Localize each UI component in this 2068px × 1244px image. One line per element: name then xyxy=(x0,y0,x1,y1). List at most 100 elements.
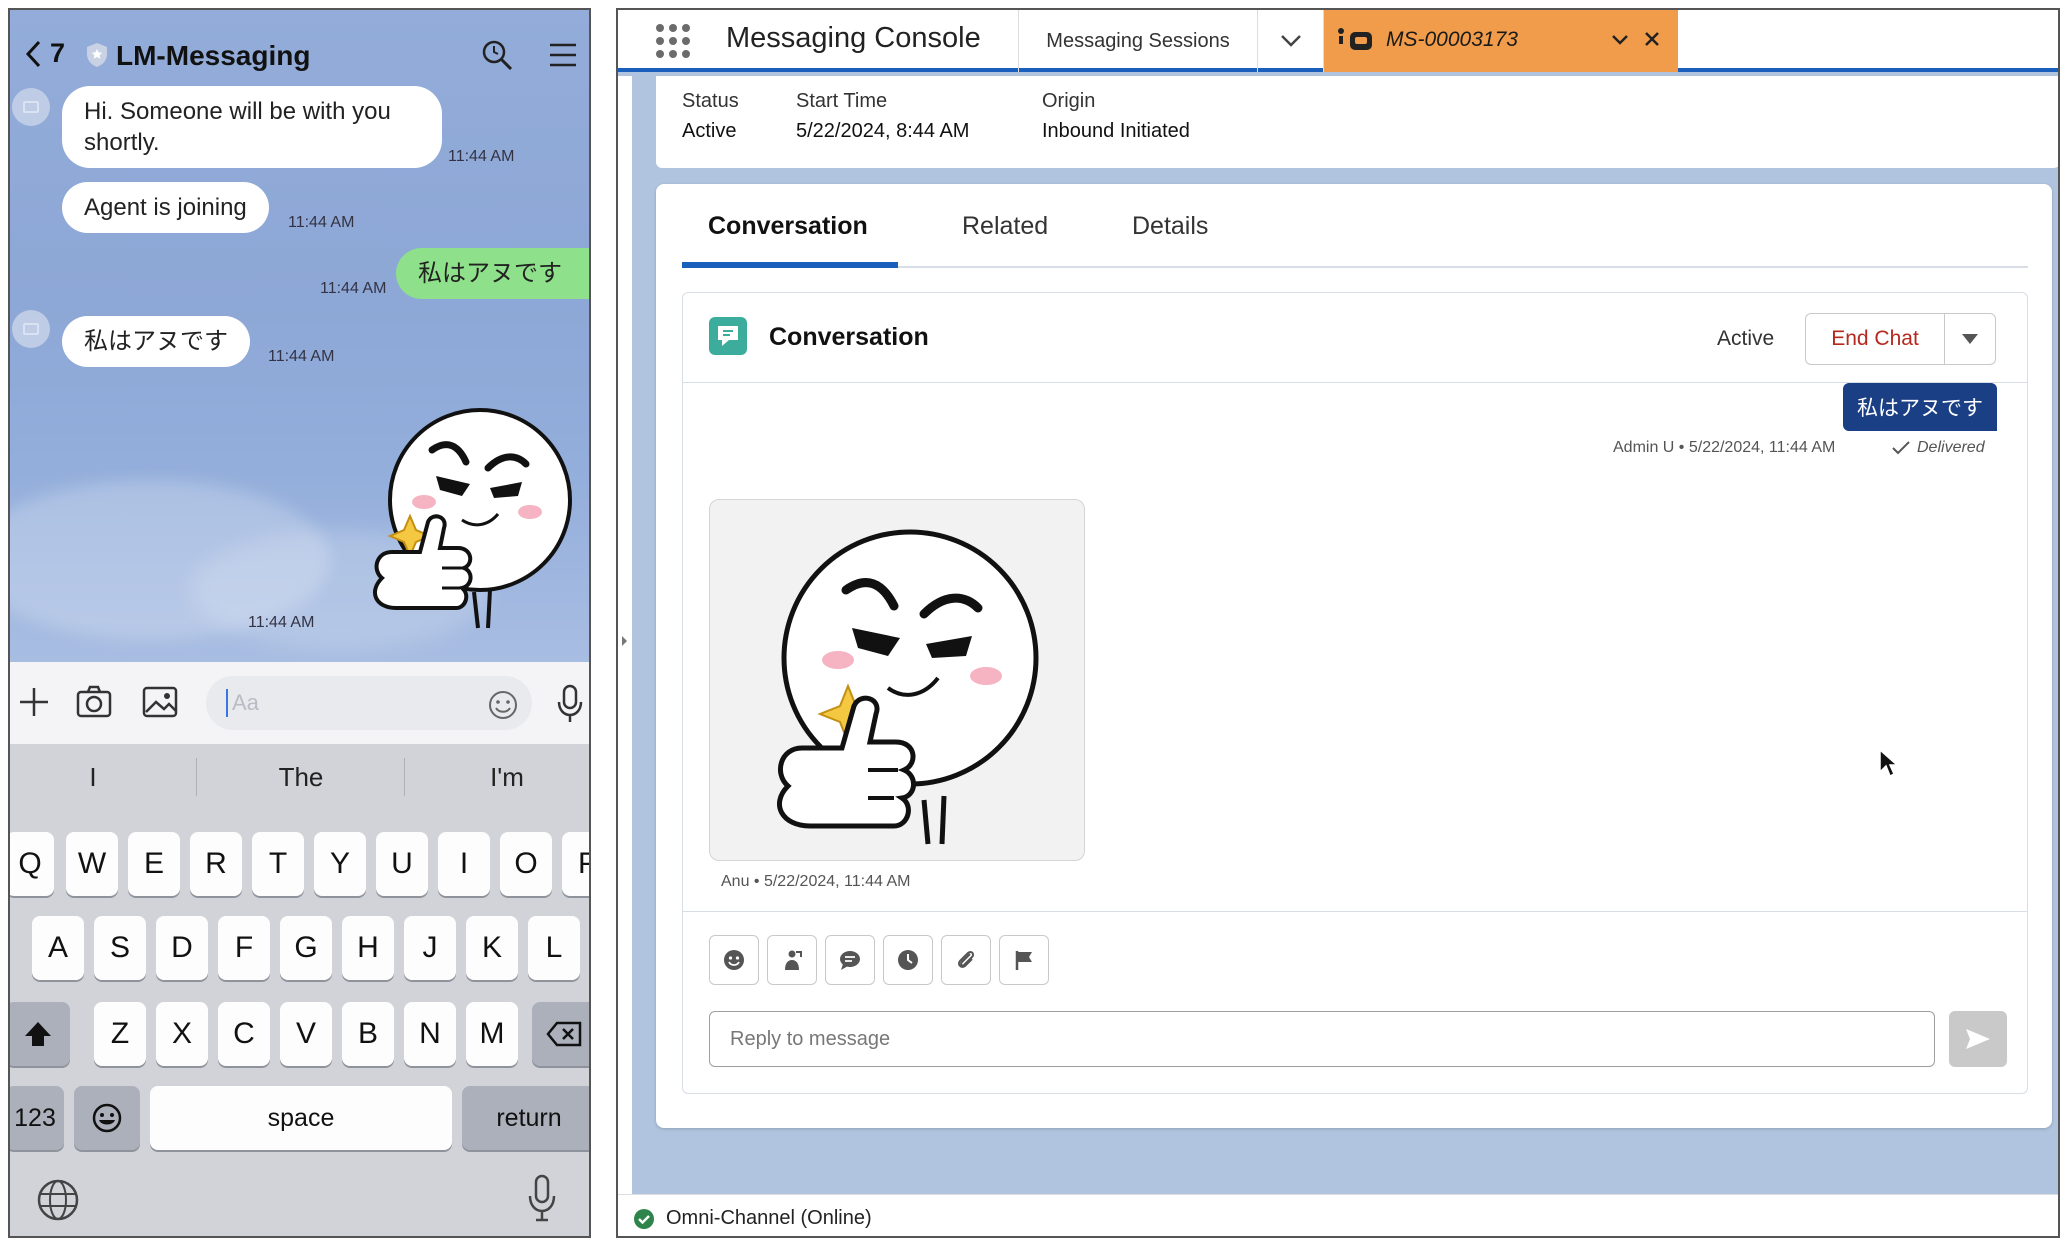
tab-related[interactable]: Related xyxy=(962,212,1048,241)
key-x[interactable]: X xyxy=(156,1002,208,1066)
key-l[interactable]: L xyxy=(528,916,580,980)
key-h[interactable]: H xyxy=(342,916,394,980)
key-d[interactable]: D xyxy=(156,916,208,980)
key-c[interactable]: C xyxy=(218,1002,270,1066)
close-icon[interactable] xyxy=(1642,29,1662,49)
avatar[interactable] xyxy=(12,88,50,126)
nav-menu-button[interactable] xyxy=(1258,10,1324,72)
flag-icon xyxy=(1015,951,1032,970)
conversation-status: Active xyxy=(1717,327,1775,350)
key-t[interactable]: T xyxy=(252,832,304,896)
message-input[interactable]: Aa xyxy=(206,676,532,730)
emoji-button[interactable] xyxy=(709,935,759,985)
key-z[interactable]: Z xyxy=(94,1002,146,1066)
message-time: 11:44 AM xyxy=(268,348,335,365)
key-r[interactable]: R xyxy=(190,832,242,896)
incoming-image-message[interactable] xyxy=(709,499,1085,861)
suggestion[interactable]: I xyxy=(10,762,188,793)
avatar[interactable] xyxy=(12,310,50,348)
microphone-icon[interactable] xyxy=(556,684,584,724)
key-o[interactable]: O xyxy=(500,832,552,896)
menu-icon[interactable] xyxy=(548,42,578,68)
key-s[interactable]: S xyxy=(94,916,146,980)
key-y[interactable]: Y xyxy=(314,832,366,896)
tab-details[interactable]: Details xyxy=(1132,212,1208,241)
conversation-icon xyxy=(709,317,747,355)
plus-icon[interactable] xyxy=(14,682,54,722)
smiley-icon xyxy=(724,950,744,970)
key-u[interactable]: U xyxy=(376,832,428,896)
suggestion[interactable]: The xyxy=(206,762,396,793)
send-button[interactable] xyxy=(1949,1011,2007,1067)
transfer-button[interactable] xyxy=(767,935,817,985)
key-n[interactable]: N xyxy=(404,1002,456,1066)
omni-channel-status[interactable]: Omni-Channel (Online) xyxy=(666,1207,872,1230)
mouse-cursor-icon xyxy=(1879,748,1898,778)
key-w[interactable]: W xyxy=(66,832,118,896)
key-m[interactable]: M xyxy=(466,1002,518,1066)
end-chat-menu-button[interactable] xyxy=(1944,313,1996,365)
unread-count: 7 xyxy=(50,38,66,68)
paperclip-icon xyxy=(957,950,975,968)
online-status-icon xyxy=(634,1209,654,1229)
image-icon[interactable] xyxy=(140,682,180,722)
outgoing-message: 私はアヌです xyxy=(396,248,589,299)
console-nav-bar: Messaging Console Messaging Sessions MS-… xyxy=(618,10,2058,72)
message-time: 11:44 AM xyxy=(320,280,387,297)
reply-input[interactable] xyxy=(709,1011,1935,1067)
quick-text-button[interactable] xyxy=(825,935,875,985)
globe-icon[interactable] xyxy=(36,1178,80,1222)
emoji-icon[interactable] xyxy=(488,690,518,720)
end-chat-button[interactable]: End Chat xyxy=(1805,313,1945,365)
conversation-header: Conversation Active End Chat xyxy=(683,293,2027,383)
message-time: 11:44 AM xyxy=(248,614,315,631)
key-i[interactable]: I xyxy=(438,832,490,896)
caret-down-icon xyxy=(1962,334,1978,344)
key-b[interactable]: B xyxy=(342,1002,394,1066)
tab-conversation[interactable]: Conversation xyxy=(708,212,868,241)
shift-key[interactable] xyxy=(10,1002,70,1066)
app-launcher-icon[interactable] xyxy=(656,24,690,58)
workspace-tab-active[interactable]: MS-00003173 xyxy=(1324,10,1678,72)
outgoing-message: 私はアヌです xyxy=(1843,383,1997,431)
space-key[interactable]: space xyxy=(150,1086,452,1150)
nav-tab-messaging-sessions[interactable]: Messaging Sessions xyxy=(1018,10,1258,72)
incoming-message: Hi. Someone will be with you shortly. xyxy=(62,86,442,168)
key-g[interactable]: G xyxy=(280,916,332,980)
back-button[interactable]: 7 xyxy=(24,38,65,69)
backspace-key[interactable] xyxy=(532,1002,589,1066)
message-time: 11:44 AM xyxy=(288,214,355,231)
chevron-down-icon[interactable] xyxy=(1610,30,1630,50)
check-icon xyxy=(1892,441,1910,455)
phone-screen: 7 LM-Messaging Hi. Someone will be with … xyxy=(8,8,591,1238)
key-p[interactable]: P xyxy=(562,832,589,896)
chat-history-icon xyxy=(898,950,918,970)
key-k[interactable]: K xyxy=(466,916,518,980)
key-e[interactable]: E xyxy=(128,832,180,896)
emoji-key[interactable] xyxy=(74,1086,140,1150)
attach-button[interactable] xyxy=(941,935,991,985)
suggestion[interactable]: I'm xyxy=(412,762,589,793)
camera-icon[interactable] xyxy=(74,682,114,722)
key-a[interactable]: A xyxy=(32,916,84,980)
knowledge-button[interactable] xyxy=(883,935,933,985)
message-input-bar: Aa xyxy=(10,662,589,744)
return-key[interactable]: return xyxy=(462,1086,589,1150)
dictation-icon[interactable] xyxy=(526,1174,558,1222)
key-v[interactable]: V xyxy=(280,1002,332,1066)
conversation-title: Conversation xyxy=(769,323,929,351)
thumbs-up-sticker[interactable] xyxy=(362,402,572,632)
incoming-message: 私はアヌです xyxy=(62,316,250,367)
search-icon[interactable] xyxy=(480,38,514,72)
sidebar-toggle[interactable] xyxy=(618,76,632,1194)
reply-input-field[interactable] xyxy=(710,1012,1934,1066)
incoming-message-meta: Anu • 5/22/2024, 11:44 AM xyxy=(721,873,911,890)
key-q[interactable]: Q xyxy=(10,832,54,896)
key-f[interactable]: F xyxy=(218,916,270,980)
delivered-status: Delivered xyxy=(1891,439,1985,457)
thumbs-up-sticker xyxy=(777,529,1039,845)
key-j[interactable]: J xyxy=(404,916,456,980)
origin-field: Origin Inbound Initiated xyxy=(1042,90,1190,142)
flag-button[interactable] xyxy=(999,935,1049,985)
numbers-key[interactable]: 123 xyxy=(10,1086,64,1150)
